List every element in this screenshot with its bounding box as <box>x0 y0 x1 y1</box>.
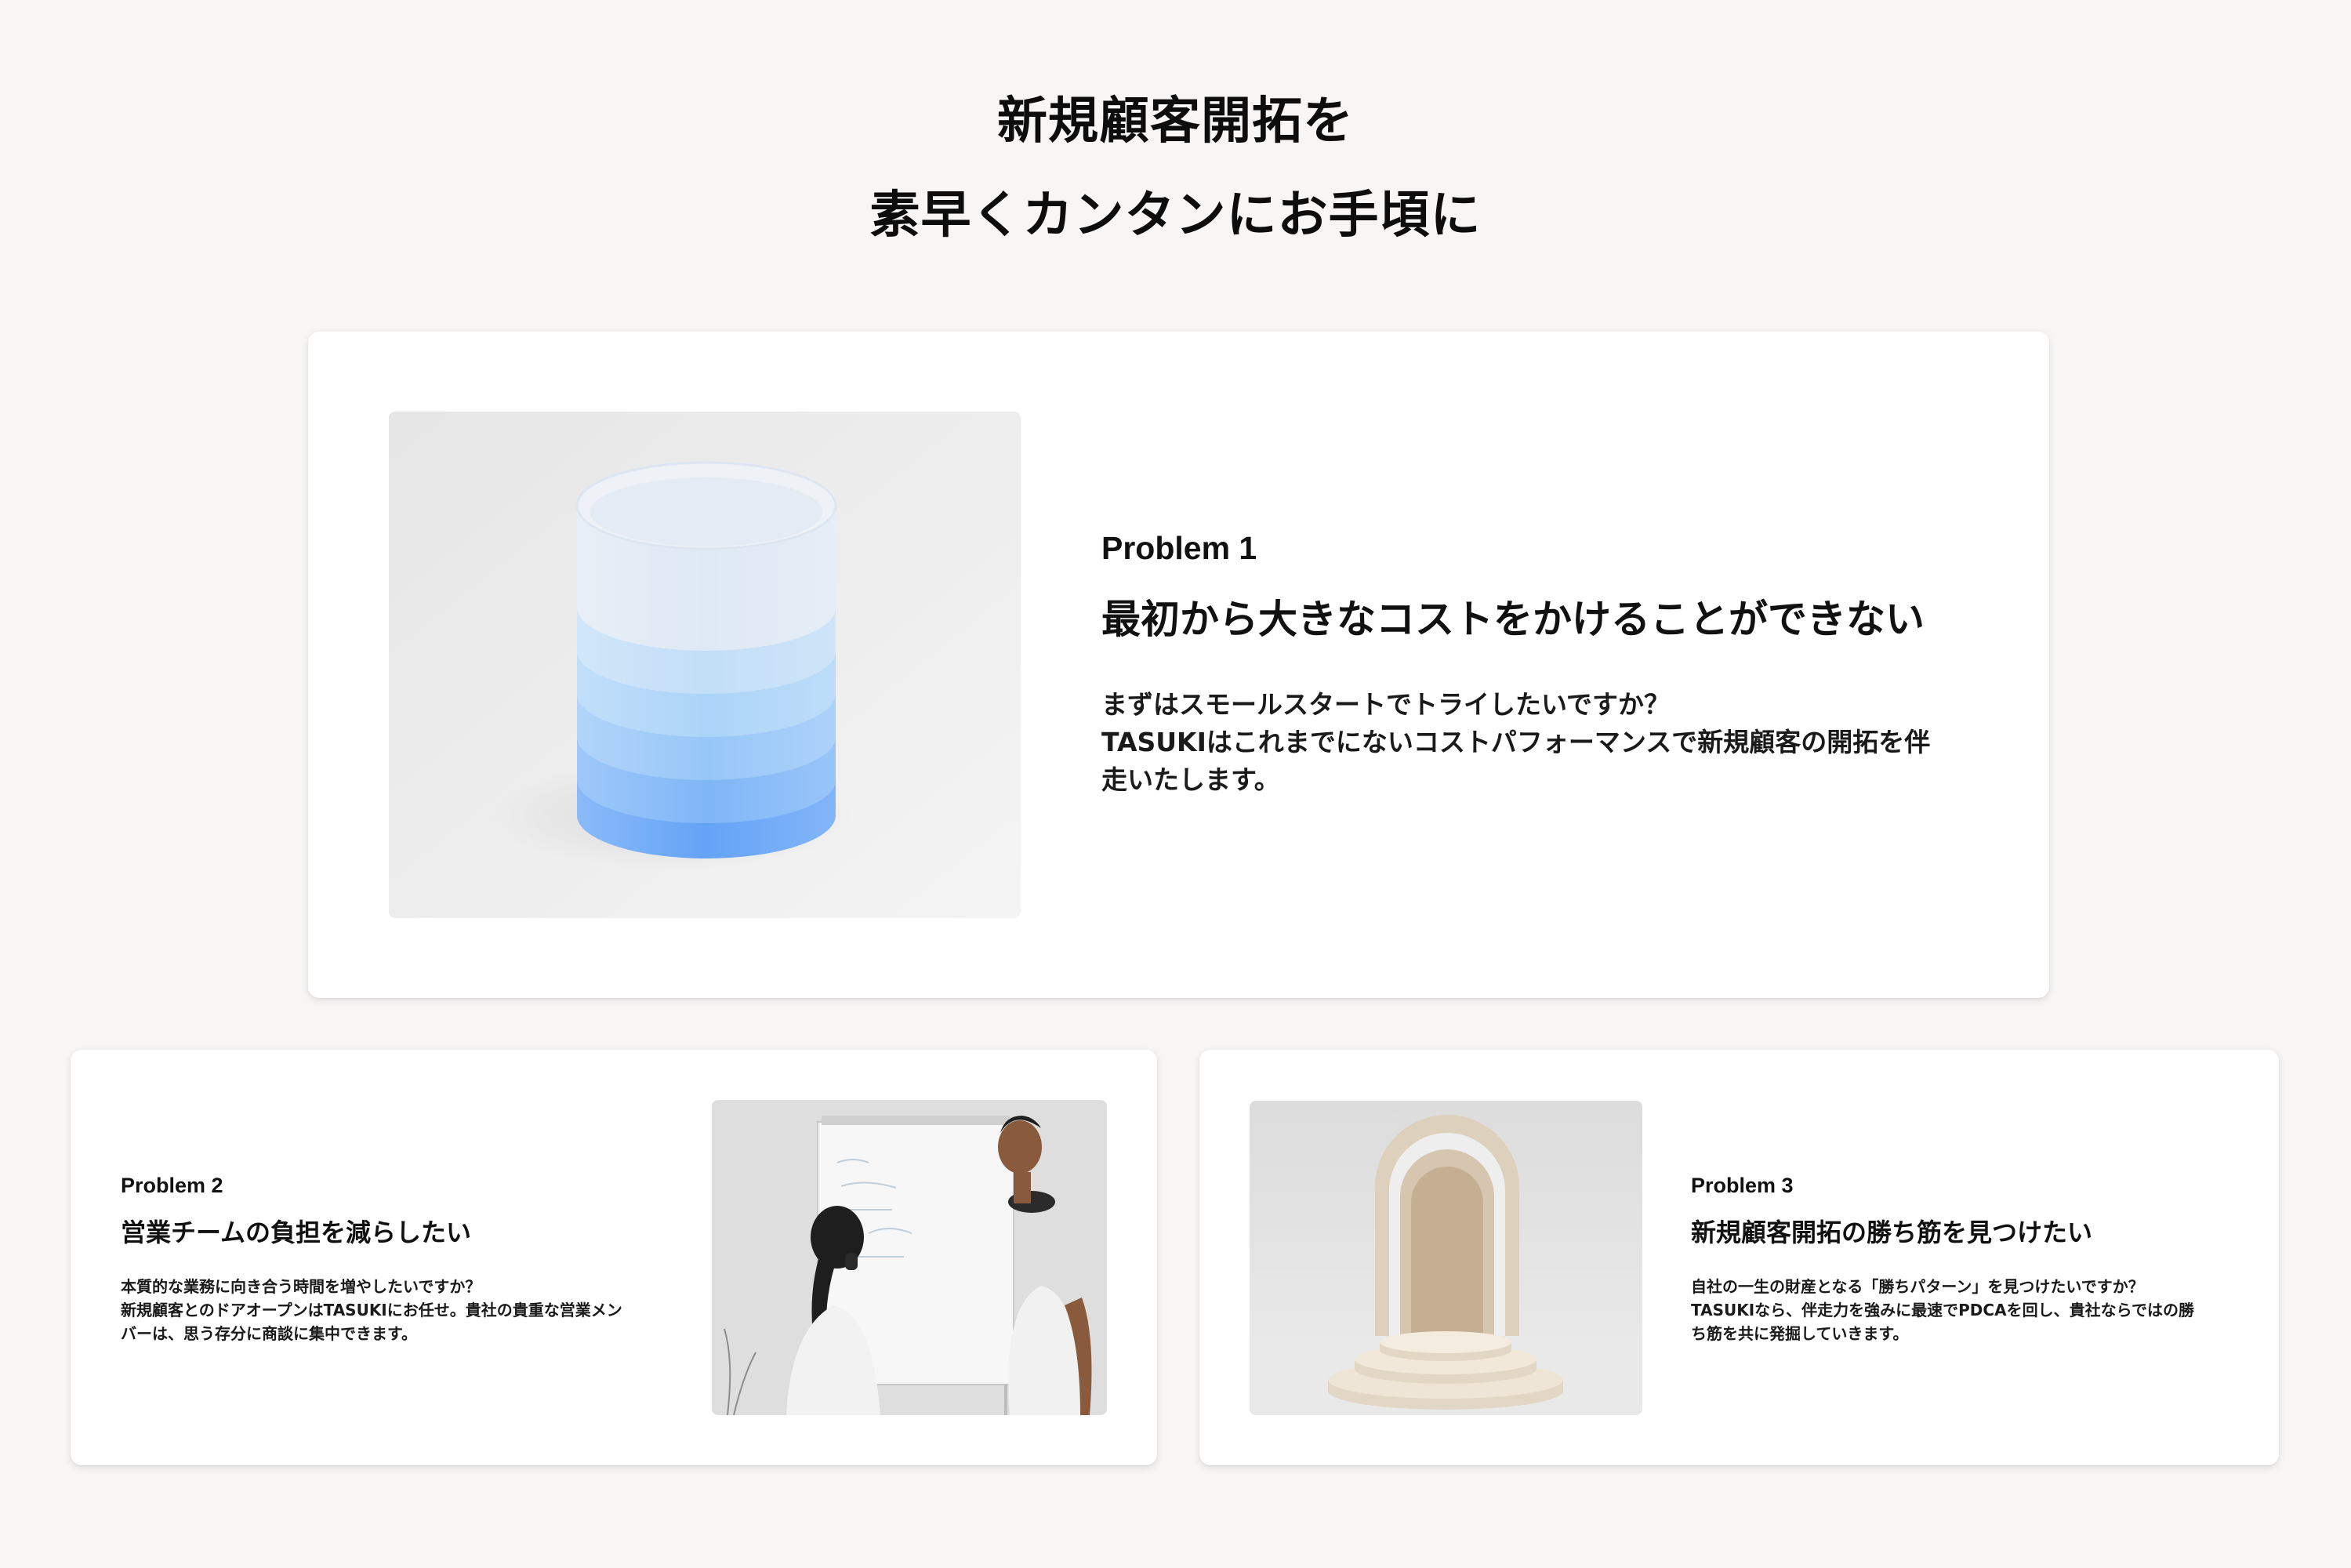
problem-2-body-line-3: バーは、思う存分に商談に集中できます。 <box>121 1324 417 1343</box>
problem-2-title: 営業チームの負担を減らしたい <box>121 1218 472 1247</box>
page-headline: 新規顧客開拓を 素早くカンタンにお手頃に <box>0 74 2351 263</box>
problem-2-body-line-2: 新規顧客とのドアオープンはTASUKIにお任せ。貴社の貴重な営業メン <box>121 1301 622 1319</box>
problem-1-label: Problem 1 <box>1101 530 1257 566</box>
problem-card-1: Problem 1 最初から大きなコストをかけることができない まずはスモールス… <box>308 332 2049 998</box>
stacked-cylinder-illustration <box>389 412 1021 918</box>
problem-card-3: Problem 3 新規顧客開拓の勝ち筋を見つけたい 自社の一生の財産となる「勝… <box>1199 1050 2279 1465</box>
problem-3-body-line-3: ち筋を共に発掘していきます。 <box>1691 1324 1909 1343</box>
problem-1-body-line-1: まずはスモールスタートでトライしたいですか？ <box>1101 689 1671 720</box>
problem-3-body: 自社の一生の財産となる「勝ちパターン」を見つけたいですか？ TASUKIなら、伴… <box>1691 1275 2240 1345</box>
headline-line-2: 素早くカンタンにお手頃に <box>869 187 1482 245</box>
problem-1-title: 最初から大きなコストをかけることができない <box>1101 597 1925 642</box>
problem-1-image <box>389 412 1021 918</box>
problem-card-2: Problem 2 営業チームの負担を減らしたい 本質的な業務に向き合う時間を増… <box>71 1050 1157 1465</box>
problem-2-body-line-1: 本質的な業務に向き合う時間を増やしたいですか？ <box>121 1277 481 1296</box>
problem-1-body-line-3: 走いたします。 <box>1101 764 1280 795</box>
problem-3-label: Problem 3 <box>1691 1174 1794 1197</box>
problem-1-body-line-2: TASUKIはこれまでにないコストパフォーマンスで新規顧客の開拓を伴 <box>1101 727 1931 757</box>
problem-1-body: まずはスモールスタートでトライしたいですか？ TASUKIはこれまでにないコスト… <box>1101 686 1987 799</box>
problem-3-body-line-2: TASUKIなら、伴走力を強みに最速でPDCAを回し、貴社ならではの勝 <box>1691 1301 2194 1319</box>
arch-podium-illustration <box>1250 1101 1642 1415</box>
problem-2-label: Problem 2 <box>121 1174 223 1197</box>
whiteboard-meeting-illustration <box>712 1100 1107 1415</box>
problem-2-body: 本質的な業務に向き合う時間を増やしたいですか？ 新規顧客とのドアオープンはTAS… <box>121 1275 685 1345</box>
problem-2-image <box>712 1100 1107 1415</box>
problem-3-body-line-1: 自社の一生の財産となる「勝ちパターン」を見つけたいですか？ <box>1691 1277 2144 1296</box>
headline-line-1: 新規顧客開拓を <box>997 93 1354 151</box>
problem-1-text: Problem 1 最初から大きなコストをかけることができない まずはスモールス… <box>1101 528 1987 799</box>
problem-3-title: 新規顧客開拓の勝ち筋を見つけたい <box>1691 1218 2093 1247</box>
problem-3-text: Problem 3 新規顧客開拓の勝ち筋を見つけたい 自社の一生の財産となる「勝… <box>1691 1171 2240 1345</box>
problem-3-image <box>1250 1101 1642 1415</box>
problem-2-text: Problem 2 営業チームの負担を減らしたい 本質的な業務に向き合う時間を増… <box>121 1171 685 1345</box>
